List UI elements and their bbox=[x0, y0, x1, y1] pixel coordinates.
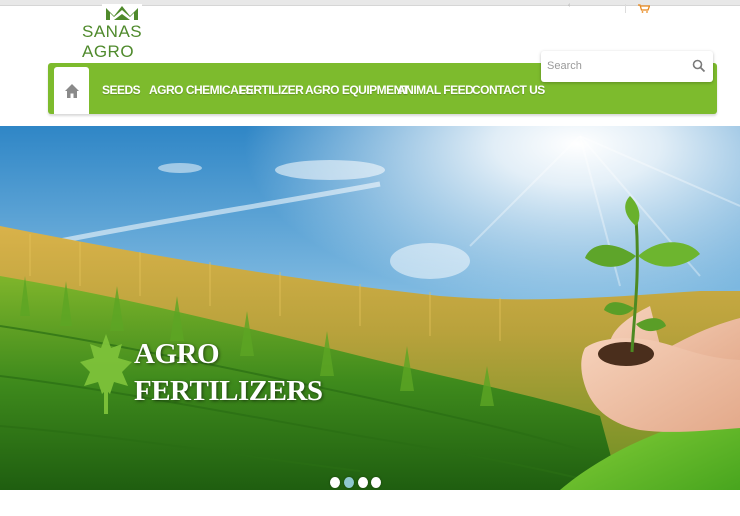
logo-mark-icon bbox=[102, 4, 142, 20]
hero-image bbox=[0, 126, 740, 490]
nav-item-contact-us[interactable]: CONTACT US bbox=[472, 81, 545, 99]
maple-leaf-icon bbox=[80, 334, 132, 414]
nav-item-animal-feed[interactable]: ANIMAL FEED bbox=[397, 81, 474, 99]
slide-dot-4[interactable] bbox=[371, 477, 381, 488]
nav-home[interactable] bbox=[54, 67, 89, 114]
page-bottom bbox=[0, 490, 740, 516]
nav-item-agro-equipment[interactable]: AGRO EQUIPMENT bbox=[305, 81, 409, 99]
slide-dot-1[interactable] bbox=[330, 477, 340, 488]
hero-title-line2: FERTILIZERS bbox=[134, 375, 323, 407]
hero-title: AGRO FERTILIZERS bbox=[134, 336, 323, 410]
site-logo[interactable]: SANAS AGRO bbox=[78, 0, 178, 61]
nav-item-agro-chemicals[interactable]: AGRO CHEMICALS bbox=[149, 81, 253, 99]
nav-item-seeds[interactable]: SEEDS bbox=[102, 81, 141, 99]
search-box bbox=[541, 51, 713, 82]
hero-banner bbox=[0, 126, 740, 490]
top-bar-divider bbox=[625, 4, 626, 13]
search-input[interactable] bbox=[547, 58, 687, 74]
slide-dot-2[interactable] bbox=[344, 477, 354, 488]
nav-item-fertilizer[interactable]: FERTILIZER bbox=[239, 81, 304, 99]
brand-name: SANAS AGRO bbox=[82, 22, 143, 61]
slide-dot-3[interactable] bbox=[358, 477, 368, 488]
top-bar-marker: ‹ bbox=[568, 2, 571, 9]
search-icon[interactable] bbox=[692, 59, 706, 78]
hero-title-line1: AGRO bbox=[134, 338, 219, 370]
cart-icon[interactable] bbox=[638, 4, 652, 13]
home-icon bbox=[64, 83, 79, 98]
